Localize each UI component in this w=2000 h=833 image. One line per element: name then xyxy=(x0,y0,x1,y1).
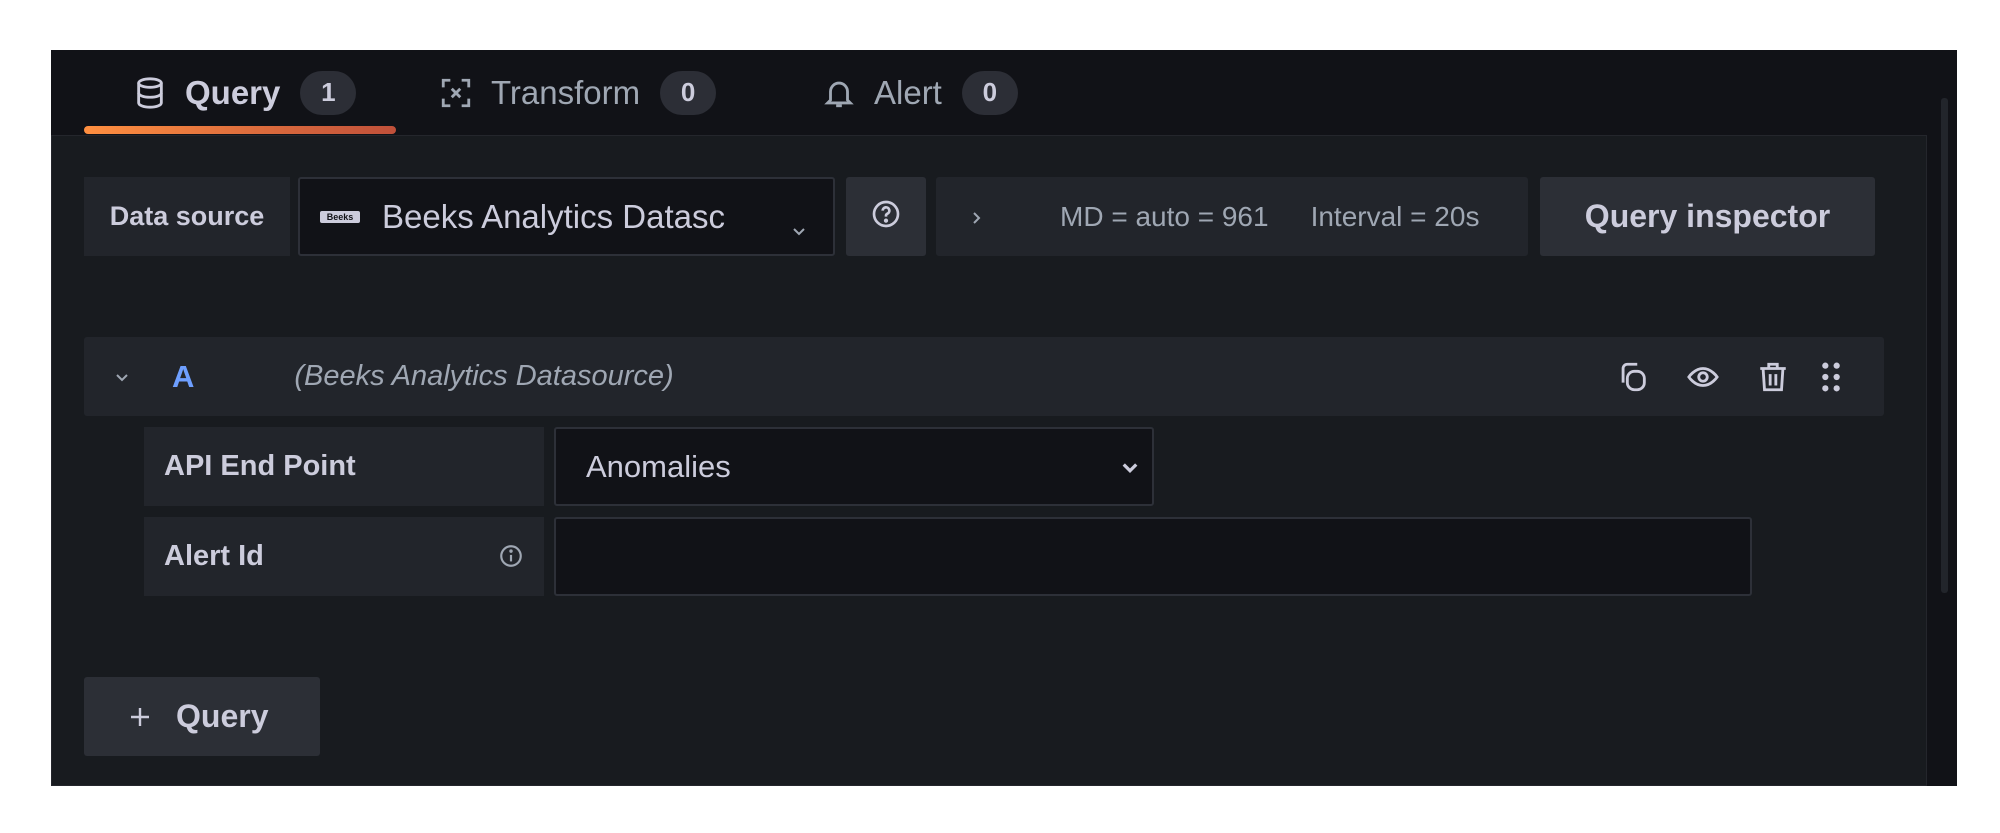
datasource-help-button[interactable] xyxy=(846,177,926,256)
active-tab-indicator xyxy=(84,126,396,134)
bell-icon xyxy=(822,76,856,110)
transform-icon xyxy=(439,76,473,110)
query-inspector-button[interactable]: Query inspector xyxy=(1540,177,1875,256)
tab-query-label: Query xyxy=(185,73,281,111)
chevron-right-icon xyxy=(968,201,984,233)
max-data-points-summary: MD = auto = 961 xyxy=(1060,200,1269,232)
plus-icon xyxy=(128,705,152,729)
info-icon[interactable] xyxy=(498,543,524,577)
query-row-actions xyxy=(1616,337,1848,416)
trash-icon[interactable] xyxy=(1756,360,1790,394)
tab-transform-count: 0 xyxy=(660,70,717,115)
datasource-label: Data source xyxy=(84,177,290,256)
query-datasource-name: (Beeks Analytics Datasource) xyxy=(294,360,674,392)
add-query-button[interactable]: Query xyxy=(84,677,320,756)
chevron-down-icon xyxy=(1120,457,1140,482)
api-endpoint-label: API End Point xyxy=(144,427,544,506)
tab-alert[interactable]: Alert 0 xyxy=(822,50,1018,135)
tab-query-count: 1 xyxy=(300,70,357,115)
alert-id-label: Alert Id xyxy=(144,517,544,596)
tab-alert-count: 0 xyxy=(961,70,1018,115)
query-row-header: A (Beeks Analytics Datasource) xyxy=(84,337,1884,416)
alert-id-input[interactable] xyxy=(554,517,1752,596)
alert-id-label-text: Alert Id xyxy=(164,540,264,572)
datasource-picker-value: Beeks Analytics Datasc xyxy=(382,197,725,235)
help-icon xyxy=(870,198,902,235)
datasource-logo: Beeks xyxy=(320,210,360,223)
query-editor-panel: Query 1 Transform 0 Alert 0 Data source … xyxy=(51,50,1957,786)
tab-transform[interactable]: Transform 0 xyxy=(439,50,717,135)
collapse-chevron-icon[interactable] xyxy=(114,369,130,385)
database-icon xyxy=(133,76,167,110)
add-query-label: Query xyxy=(176,698,269,734)
query-options-toggle[interactable]: MD = auto = 961 Interval = 20s xyxy=(936,177,1528,256)
interval-summary: Interval = 20s xyxy=(1310,200,1480,232)
query-ref-id[interactable]: A xyxy=(172,359,194,395)
duplicate-query-icon[interactable] xyxy=(1616,360,1650,394)
drag-handle-icon[interactable] xyxy=(1814,360,1848,394)
datasource-picker[interactable]: Beeks Beeks Analytics Datasc xyxy=(298,177,835,256)
tab-alert-label: Alert xyxy=(874,73,942,111)
editor-tabs: Query 1 Transform 0 Alert 0 xyxy=(51,50,1957,135)
tab-query[interactable]: Query 1 xyxy=(133,50,357,135)
eye-icon[interactable] xyxy=(1686,360,1720,394)
scrollbar[interactable] xyxy=(1941,98,1948,593)
tab-transform-label: Transform xyxy=(491,73,641,111)
api-endpoint-select[interactable]: Anomalies xyxy=(554,427,1154,506)
chevron-down-icon xyxy=(791,209,807,247)
api-endpoint-value: Anomalies xyxy=(586,448,731,484)
